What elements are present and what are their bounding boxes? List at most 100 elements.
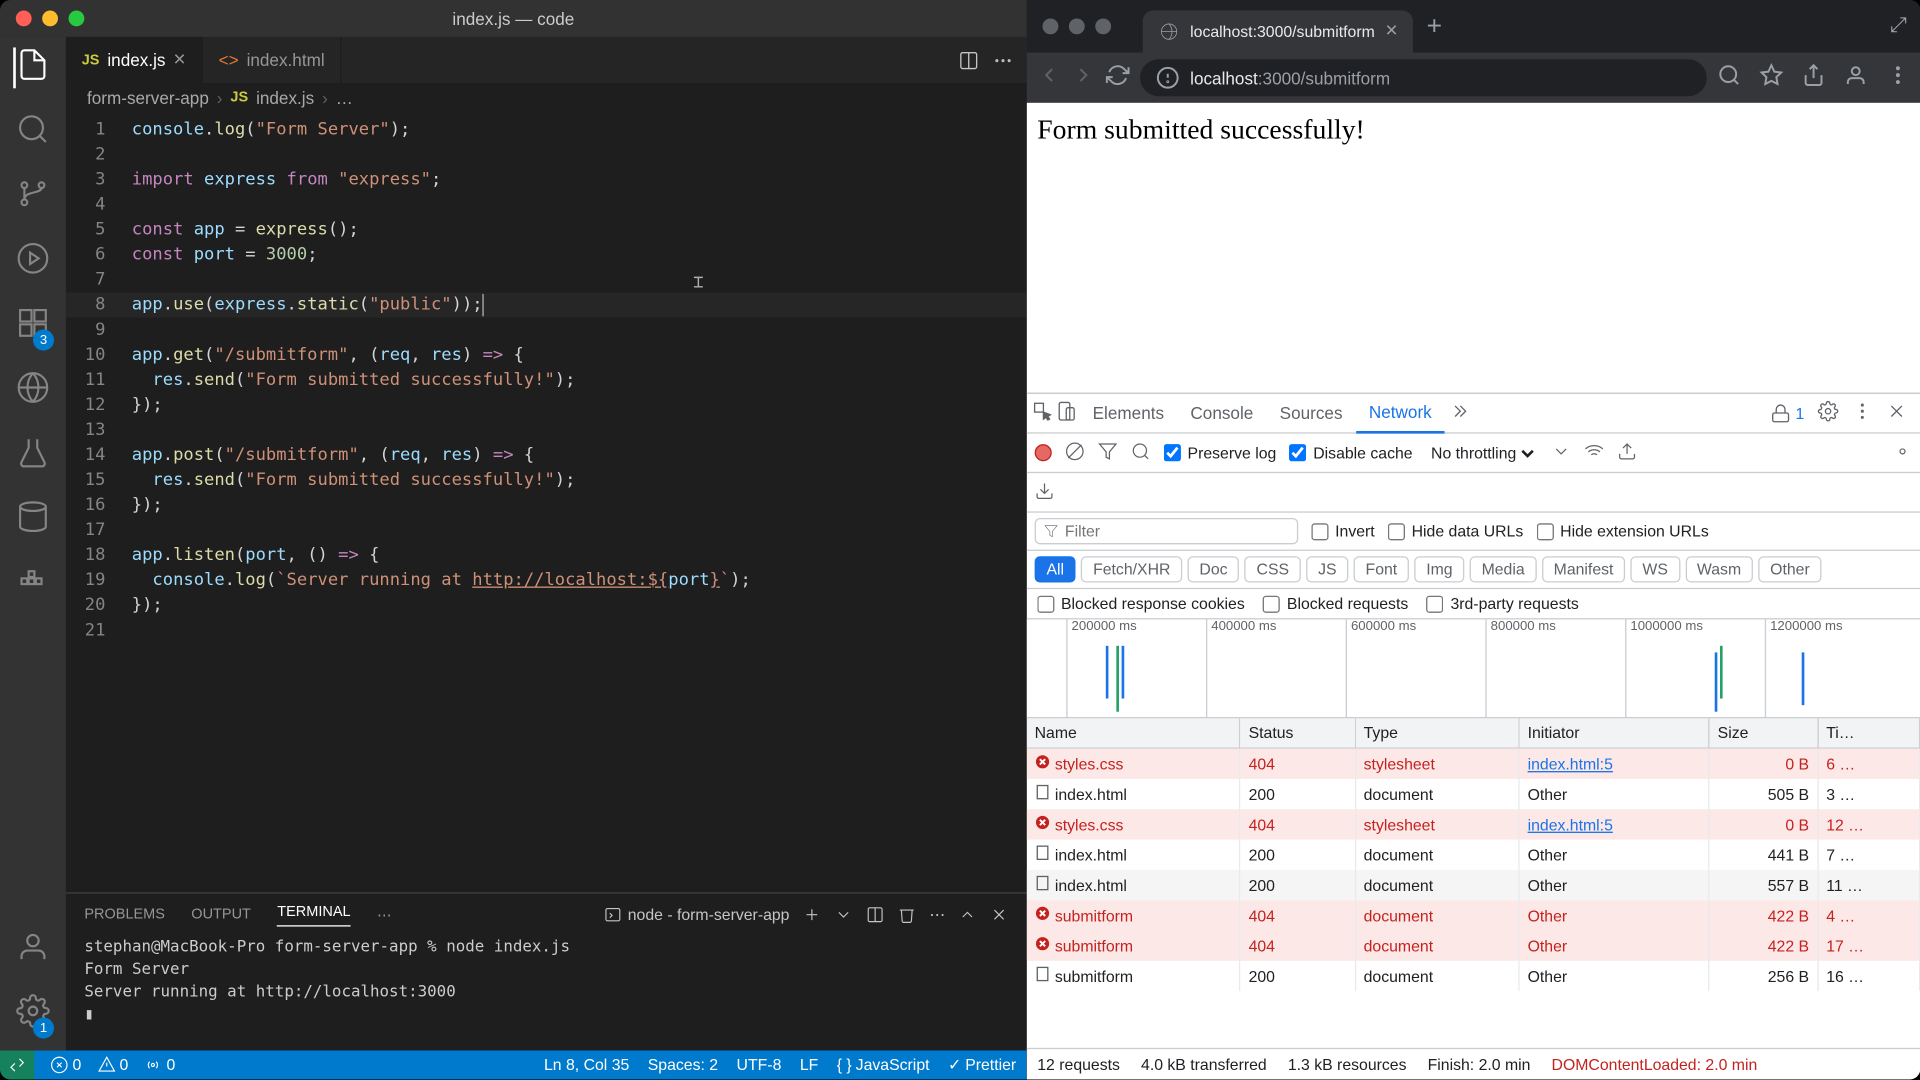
code-line[interactable]: 9 xyxy=(66,318,1027,343)
code-line[interactable]: 3import express from "express"; xyxy=(66,167,1027,192)
filter-input[interactable] xyxy=(1035,518,1299,544)
invert-checkbox[interactable]: Invert xyxy=(1311,522,1374,540)
code-line[interactable]: 19 console.log(`Server running at http:/… xyxy=(66,568,1027,593)
network-row[interactable]: index.html200documentOther441 B7 … xyxy=(1027,840,1920,870)
network-row[interactable]: index.html200documentOther505 B3 … xyxy=(1027,779,1920,809)
menu-icon[interactable] xyxy=(1886,63,1910,93)
column-status[interactable]: Status xyxy=(1240,718,1355,748)
b-min-button[interactable] xyxy=(1069,18,1085,34)
code-line[interactable]: 21 xyxy=(66,618,1027,643)
url-bar[interactable]: localhost:3000/submitform xyxy=(1140,59,1707,96)
testing-tab[interactable] xyxy=(16,435,50,476)
editor-tab-index-js[interactable]: JSindex.js× xyxy=(66,37,203,83)
code-line[interactable]: 4 xyxy=(66,192,1027,217)
chip-js[interactable]: JS xyxy=(1306,556,1348,582)
close-panel-icon[interactable] xyxy=(990,905,1008,923)
chip-manifest[interactable]: Manifest xyxy=(1542,556,1626,582)
chip-css[interactable]: CSS xyxy=(1245,556,1301,582)
column-initiator[interactable]: Initiator xyxy=(1519,718,1709,748)
column-size[interactable]: Size xyxy=(1709,718,1818,748)
devtools-tab-console[interactable]: Console xyxy=(1177,393,1266,433)
record-button[interactable] xyxy=(1035,444,1052,461)
site-info-icon[interactable] xyxy=(1156,66,1180,90)
more-icon[interactable] xyxy=(992,49,1013,70)
chip-img[interactable]: Img xyxy=(1414,556,1464,582)
import-icon[interactable] xyxy=(1617,441,1637,465)
minimize-window-button[interactable] xyxy=(42,11,58,27)
share-icon[interactable] xyxy=(1802,63,1826,93)
network-row[interactable]: styles.css404stylesheetindex.html:50 B12… xyxy=(1027,809,1920,839)
browser-tab[interactable]: localhost:3000/submitform × xyxy=(1143,11,1414,53)
chip-other[interactable]: Other xyxy=(1758,556,1821,582)
more-terminal-icon[interactable]: ⋯ xyxy=(929,905,945,923)
eol[interactable]: LF xyxy=(800,1056,818,1074)
zoom-icon[interactable] xyxy=(1717,63,1741,93)
check-blocked-response-cookies[interactable]: Blocked response cookies xyxy=(1037,594,1244,612)
throttling-select[interactable]: No throttling xyxy=(1426,442,1538,463)
chip-wasm[interactable]: Wasm xyxy=(1685,556,1753,582)
close-tab-icon[interactable]: × xyxy=(1385,20,1397,44)
panel-tab-terminal[interactable]: TERMINAL xyxy=(277,903,350,925)
chip-fetch-xhr[interactable]: Fetch/XHR xyxy=(1081,556,1182,582)
account-button[interactable] xyxy=(16,929,50,970)
disable-cache-checkbox[interactable]: Disable cache xyxy=(1289,444,1412,462)
warning-count[interactable]: 0 xyxy=(97,1056,128,1074)
bookmark-icon[interactable] xyxy=(1760,63,1784,93)
code-line[interactable]: 7 xyxy=(66,268,1027,293)
b-max-button[interactable] xyxy=(1095,18,1111,34)
breadcrumbs[interactable]: form-server-app › JS index.js › … xyxy=(66,83,1027,112)
issues-badge[interactable]: 1 xyxy=(1770,403,1804,424)
language-mode[interactable]: { } JavaScript xyxy=(837,1056,930,1074)
forward-button[interactable] xyxy=(1072,63,1096,93)
trash-icon[interactable] xyxy=(898,905,916,923)
ports-count[interactable]: 0 xyxy=(144,1056,175,1074)
reload-button[interactable] xyxy=(1106,63,1130,93)
code-line[interactable]: 1console.log("Form Server"); xyxy=(66,117,1027,142)
network-row[interactable]: index.html200documentOther557 B11 … xyxy=(1027,870,1920,900)
split-editor-icon[interactable] xyxy=(958,49,979,70)
b-close-button[interactable] xyxy=(1043,18,1059,34)
devtools-tab-elements[interactable]: Elements xyxy=(1079,393,1177,433)
network-row[interactable]: styles.css404stylesheetindex.html:50 B6 … xyxy=(1027,748,1920,779)
encoding[interactable]: UTF-8 xyxy=(737,1056,782,1074)
search-tab[interactable] xyxy=(16,112,50,153)
download-icon[interactable] xyxy=(1035,480,1055,504)
editor-tab-index-html[interactable]: <>index.html xyxy=(203,37,342,83)
new-terminal-icon[interactable] xyxy=(803,905,821,923)
terminal-dropdown-icon[interactable] xyxy=(834,905,852,923)
maximize-window-button[interactable] xyxy=(69,11,85,27)
explorer-tab[interactable] xyxy=(13,47,50,88)
devtools-close-icon[interactable] xyxy=(1886,401,1907,426)
chip-ws[interactable]: WS xyxy=(1631,556,1680,582)
chip-doc[interactable]: Doc xyxy=(1188,556,1240,582)
code-line[interactable]: 10app.get("/submitform", (req, res) => { xyxy=(66,343,1027,368)
panel-tab-output[interactable]: OUTPUT xyxy=(191,907,251,923)
network-conditions-icon[interactable] xyxy=(1584,441,1604,465)
code-line[interactable]: 13 xyxy=(66,418,1027,443)
column-name[interactable]: Name xyxy=(1027,718,1240,748)
close-tab-icon[interactable]: × xyxy=(173,48,185,72)
filter-toggle-icon[interactable] xyxy=(1098,441,1118,465)
back-button[interactable] xyxy=(1037,63,1061,93)
expand-icon[interactable]: ⤢ xyxy=(1890,14,1920,38)
scm-tab[interactable] xyxy=(16,177,50,218)
network-row[interactable]: submitform404documentOther422 B4 … xyxy=(1027,900,1920,930)
code-line[interactable]: 15 res.send("Form submitted successfully… xyxy=(66,468,1027,493)
hide-data-urls-checkbox[interactable]: Hide data URLs xyxy=(1388,522,1523,540)
devtools-tab-network[interactable]: Network xyxy=(1356,393,1445,433)
search-network-icon[interactable] xyxy=(1131,441,1151,465)
devtools-settings-icon[interactable] xyxy=(1818,401,1839,426)
chevron-down-icon[interactable] xyxy=(1551,441,1571,465)
remote-tab[interactable] xyxy=(16,370,50,411)
network-timeline[interactable]: 200000 ms400000 ms600000 ms800000 ms1000… xyxy=(1027,619,1920,718)
device-icon[interactable] xyxy=(1056,401,1077,426)
hide-ext-urls-checkbox[interactable]: Hide extension URLs xyxy=(1536,522,1708,540)
terminal-output[interactable]: stephan@MacBook-Pro form-server-app % no… xyxy=(66,936,1027,1051)
network-row[interactable]: submitform200documentOther256 B16 … xyxy=(1027,961,1920,991)
inspect-icon[interactable] xyxy=(1032,401,1053,426)
clear-icon[interactable] xyxy=(1065,441,1085,465)
chip-font[interactable]: Font xyxy=(1354,556,1409,582)
database-tab[interactable] xyxy=(16,500,50,541)
debug-tab[interactable] xyxy=(16,241,50,282)
new-tab-button[interactable]: + xyxy=(1427,11,1442,41)
